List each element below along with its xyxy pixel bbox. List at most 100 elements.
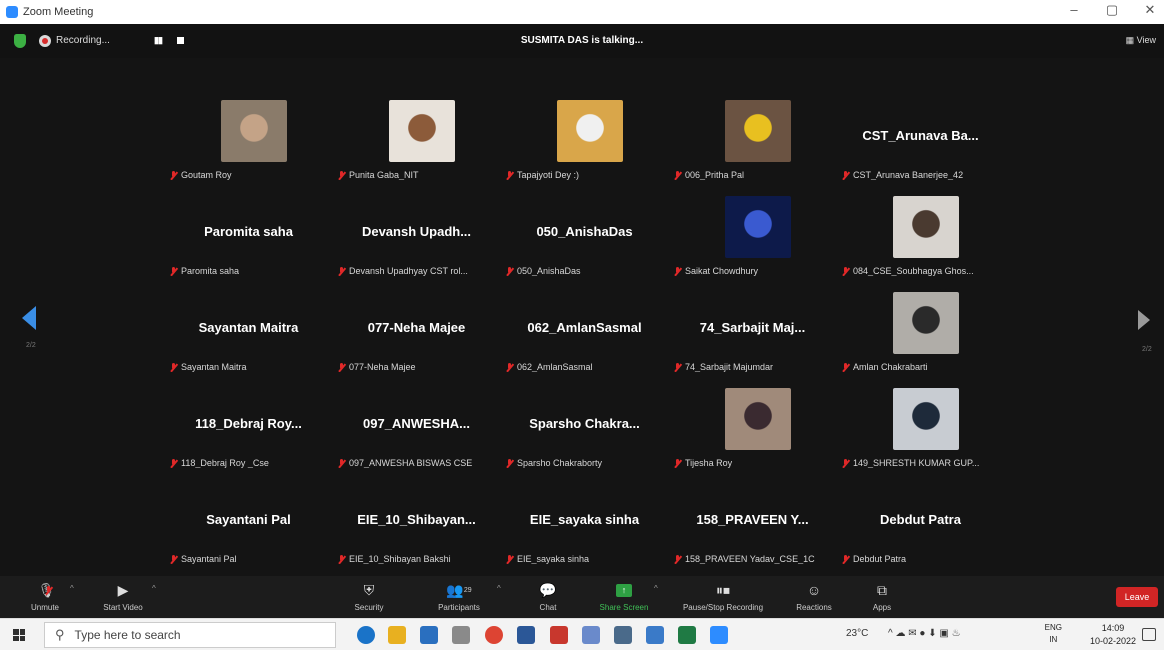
- minimize-button[interactable]: –: [1066, 2, 1082, 18]
- participant-tile[interactable]: 062_AmlanSasmal 062_AmlanSasmal: [502, 286, 667, 378]
- participant-name: 077-Neha Majee: [349, 362, 416, 372]
- participant-tile[interactable]: 006_Pritha Pal: [670, 94, 835, 186]
- participant-name: Saikat Chowdhury: [685, 266, 759, 276]
- participant-display-name: CST_Arunava Ba...: [862, 128, 979, 143]
- participant-video: [220, 100, 287, 162]
- taskbar-clock[interactable]: 14:09 10-02-2022: [1090, 622, 1136, 648]
- muted-mic-icon: [170, 266, 177, 276]
- participant-display-name: Sayantan Maitra: [198, 320, 299, 335]
- participant-tile[interactable]: 097_ANWESHA... 097_ANWESHA BISWAS CSE: [334, 382, 499, 474]
- participant-tile[interactable]: Sayantani Pal Sayantani Pal: [166, 478, 331, 570]
- participant-tile[interactable]: Amlan Chakrabarti: [838, 286, 1003, 378]
- participant-tile[interactable]: 74_Sarbajit Maj... 74_Sarbajit Majumdar: [670, 286, 835, 378]
- weather-temperature[interactable]: 23°C: [846, 628, 868, 639]
- share-options-caret-icon[interactable]: ^: [654, 584, 658, 593]
- previous-page-arrow-icon[interactable]: [22, 306, 36, 330]
- mail-icon[interactable]: [420, 626, 438, 644]
- muted-mic-icon: [842, 554, 849, 564]
- muted-mic-icon: [674, 458, 681, 468]
- muted-mic-icon: [506, 554, 513, 564]
- calculator-icon[interactable]: [614, 626, 632, 644]
- pause-stop-recording-button[interactable]: ⏸⏹ Pause/Stop Recording: [673, 580, 773, 613]
- participant-tile[interactable]: 158_PRAVEEN Y... 158_PRAVEEN Yadav_CSE_1C: [670, 478, 835, 570]
- participant-tile[interactable]: Debdut Patra Debdut Patra: [838, 478, 1003, 570]
- close-button[interactable]: ✕: [1142, 2, 1158, 18]
- participant-tile[interactable]: EIE_10_Shibayan... EIE_10_Shibayan Bakshi: [334, 478, 499, 570]
- task-app-icon[interactable]: [452, 626, 470, 644]
- participant-video: [724, 388, 791, 450]
- participant-name: 149_SHRESTH KUMAR GUP...: [853, 458, 980, 468]
- participant-name: 006_Pritha Pal: [685, 170, 745, 180]
- video-options-caret-icon[interactable]: ^: [152, 584, 156, 593]
- participant-tile[interactable]: 050_AnishaDas 050_AnishaDas: [502, 190, 667, 282]
- participant-tile[interactable]: Sparsho Chakra... Sparsho Chakraborty: [502, 382, 667, 474]
- participant-tile[interactable]: Sayantan Maitra Sayantan Maitra: [166, 286, 331, 378]
- participant-name-label: 097_ANWESHA BISWAS CSE: [338, 458, 472, 468]
- participant-tile[interactable]: Tapajyoti Dey :): [502, 94, 667, 186]
- windows-start-icon[interactable]: [13, 629, 25, 641]
- pen-app-icon[interactable]: [582, 626, 600, 644]
- tray-icons[interactable]: ^ ☁ ✉ ● ⬇ ▣ ♨: [888, 628, 961, 639]
- audio-options-caret-icon[interactable]: ^: [70, 584, 74, 593]
- participant-tile[interactable]: 149_SHRESTH KUMAR GUP...: [838, 382, 1003, 474]
- participant-tile[interactable]: Devansh Upadh... Devansh Upadhyay CST rol…: [334, 190, 499, 282]
- next-page-arrow-icon[interactable]: [1138, 310, 1150, 330]
- participant-tile[interactable]: EIE_sayaka sinha EIE_sayaka sinha: [502, 478, 667, 570]
- reactions-button[interactable]: ☺ Reactions: [779, 580, 849, 612]
- participant-display-name: Devansh Upadh...: [361, 224, 472, 239]
- participant-display-name: EIE_sayaka sinha: [529, 512, 640, 527]
- zoom-taskbar-icon[interactable]: [710, 626, 728, 644]
- participant-name-label: 149_SHRESTH KUMAR GUP...: [842, 458, 979, 468]
- active-speaker-indicator: SUSMITA DAS is talking...: [520, 35, 644, 46]
- participant-name: Amlan Chakrabarti: [853, 362, 928, 372]
- start-video-button[interactable]: ▶ Start Video: [88, 580, 158, 613]
- participant-name-label: EIE_sayaka sinha: [506, 554, 589, 564]
- participants-button[interactable]: 👥 29 Participants: [424, 580, 494, 613]
- share-screen-button[interactable]: ↑ Share Screen: [589, 580, 659, 612]
- participant-tile[interactable]: Paromita saha Paromita saha: [166, 190, 331, 282]
- participant-display-name: 077-Neha Majee: [367, 320, 466, 335]
- participants-caret-icon[interactable]: ^: [497, 584, 501, 593]
- participant-name: 062_AmlanSasmal: [517, 362, 593, 372]
- photos-icon[interactable]: [646, 626, 664, 644]
- participant-tile[interactable]: Saikat Chowdhury: [670, 190, 835, 282]
- muted-mic-icon: [506, 170, 513, 180]
- muted-mic-icon: [842, 170, 849, 180]
- participant-tile[interactable]: 118_Debraj Roy... 118_Debraj Roy _Cse: [166, 382, 331, 474]
- participant-video: [892, 292, 959, 354]
- maximize-button[interactable]: ▢: [1104, 2, 1120, 18]
- file-explorer-icon[interactable]: [388, 626, 406, 644]
- muted-mic-icon: [674, 266, 681, 276]
- participant-name: CST_Arunava Banerjee_42: [853, 170, 964, 180]
- muted-mic-icon: [842, 266, 849, 276]
- wps-icon[interactable]: [550, 626, 568, 644]
- chrome-icon[interactable]: [485, 626, 503, 644]
- muted-mic-icon: [338, 362, 345, 372]
- participant-display-name: Debdut Patra: [880, 512, 961, 527]
- participant-tile[interactable]: Tijesha Roy: [670, 382, 835, 474]
- view-button[interactable]: ▦ View: [1126, 35, 1156, 46]
- language-indicator[interactable]: ENG IN: [1045, 622, 1062, 646]
- muted-mic-icon: [338, 266, 345, 276]
- excel-icon[interactable]: [678, 626, 696, 644]
- participant-name-label: 74_Sarbajit Majumdar: [674, 362, 773, 372]
- security-button[interactable]: ⛨ Security: [334, 580, 404, 613]
- participant-name-label: Devansh Upadhyay CST rol...: [338, 266, 468, 276]
- chat-button[interactable]: 💬 Chat: [513, 580, 583, 613]
- notifications-icon[interactable]: [1142, 628, 1156, 641]
- word-icon[interactable]: [517, 626, 535, 644]
- participant-name-label: 050_AnishaDas: [506, 266, 581, 276]
- participant-tile[interactable]: 077-Neha Majee 077-Neha Majee: [334, 286, 499, 378]
- participant-name-label: EIE_10_Shibayan Bakshi: [338, 554, 451, 564]
- participant-tile[interactable]: 084_CSE_Soubhagya Ghos...: [838, 190, 1003, 282]
- participant-tile[interactable]: CST_Arunava Ba... CST_Arunava Banerjee_42: [838, 94, 1003, 186]
- mute-slash-icon: [45, 585, 52, 595]
- taskbar-search-box[interactable]: ⚲ Type here to search: [44, 622, 336, 648]
- leave-button[interactable]: Leave: [1116, 587, 1158, 607]
- apps-button[interactable]: ⧉ Apps: [847, 580, 917, 613]
- participant-tile[interactable]: Punita Gaba_NIT: [334, 94, 499, 186]
- participant-name: 050_AnishaDas: [517, 266, 581, 276]
- edge-browser-icon[interactable]: [357, 626, 375, 644]
- participant-name: 158_PRAVEEN Yadav_CSE_1C: [685, 554, 815, 564]
- participant-tile[interactable]: Goutam Roy: [166, 94, 331, 186]
